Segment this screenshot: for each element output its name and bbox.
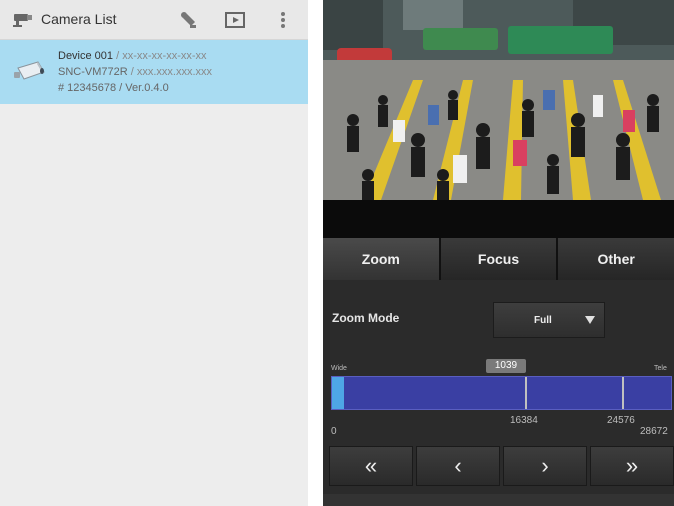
zoom-slider[interactable] xyxy=(331,376,672,410)
app-bar: Camera List xyxy=(0,0,308,40)
tab-focus[interactable]: Focus xyxy=(441,238,557,280)
panel-divider xyxy=(308,0,323,506)
zoom-wide-step-button[interactable]: ‹ xyxy=(416,446,500,486)
device-list-item[interactable]: Device 001 / xx-xx-xx-xx-xx-xx SNC-VM772… xyxy=(0,40,308,104)
play-box-icon xyxy=(224,9,246,31)
zoom-wide-fast-button[interactable]: « xyxy=(329,446,413,486)
search-camera-button[interactable] xyxy=(176,8,200,32)
overflow-menu-button[interactable] xyxy=(271,8,295,32)
tele-label: Tele xyxy=(654,365,667,372)
tab-other[interactable]: Other xyxy=(558,238,674,280)
zoom-slider-mark-digital xyxy=(622,377,624,409)
screenshot-root: Camera List xyxy=(0,0,674,506)
control-tabs: Zoom Focus Other xyxy=(323,238,674,280)
device-name: Device 001 xyxy=(58,50,113,62)
zoom-mode-select[interactable]: Full xyxy=(493,302,605,338)
camera-control-panel: Zoom Focus Other Zoom Mode Full Wide Tel… xyxy=(323,0,674,506)
zoom-tele-step-button[interactable]: › xyxy=(503,446,587,486)
wide-label: Wide xyxy=(331,365,347,372)
camera-list-panel: Camera List xyxy=(0,0,308,506)
page-title: Camera List xyxy=(41,11,116,27)
zoom-slider-mark-optical xyxy=(525,377,527,409)
scale-max-label: 28672 xyxy=(640,426,668,437)
device-serial: # 12345678 / Ver.0.4.0 xyxy=(58,80,212,96)
device-mac: / xx-xx-xx-xx-xx-xx xyxy=(113,50,206,62)
device-info: Device 001 / xx-xx-xx-xx-xx-xx SNC-VM772… xyxy=(58,48,212,96)
bottom-strip xyxy=(323,494,674,506)
zoom-step-buttons: « ‹ › » xyxy=(329,446,674,486)
camera-video-feed[interactable] xyxy=(323,0,674,200)
video-letterbox xyxy=(323,200,674,238)
camera-device-icon xyxy=(12,58,46,86)
scale-mark-label-1: 16384 xyxy=(510,415,538,426)
zoom-slider-fill xyxy=(332,377,344,409)
device-ip: / xxx.xxx.xxx.xxx xyxy=(128,66,212,78)
more-vertical-icon xyxy=(272,9,294,31)
zoom-value-badge: 1039 xyxy=(486,359,526,373)
zoom-tele-fast-button[interactable]: » xyxy=(590,446,674,486)
dropdown-arrow-icon xyxy=(585,316,595,324)
zoom-mode-value: Full xyxy=(534,315,552,326)
satellite-dish-icon xyxy=(177,9,199,31)
scale-mark-label-2: 24576 xyxy=(607,415,635,426)
device-model: SNC-VM772R xyxy=(58,66,128,78)
scale-min-label: 0 xyxy=(331,426,337,437)
zoom-mode-label: Zoom Mode xyxy=(332,311,399,325)
play-button[interactable] xyxy=(223,8,247,32)
camera-logo-icon xyxy=(12,10,36,28)
tab-zoom[interactable]: Zoom xyxy=(323,238,439,280)
